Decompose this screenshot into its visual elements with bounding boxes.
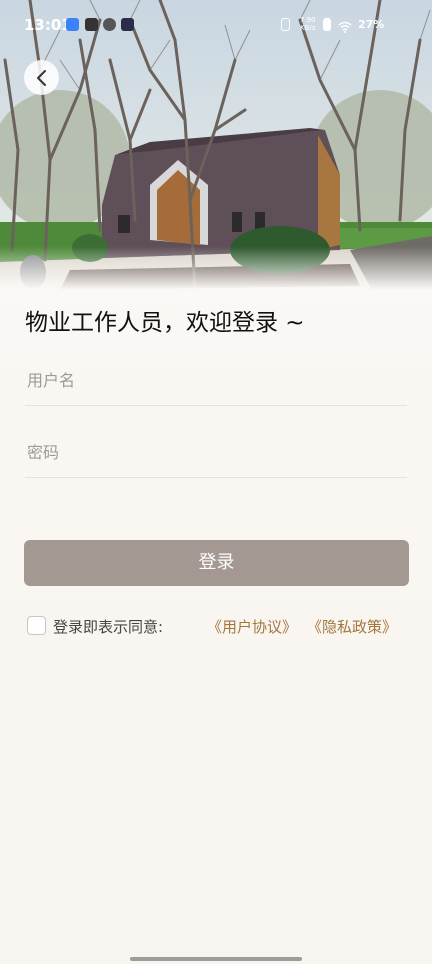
chevron-left-icon bbox=[36, 69, 46, 86]
home-indicator bbox=[130, 957, 302, 961]
agreement-checkbox[interactable] bbox=[27, 616, 46, 635]
login-screen: 13:01 7.90 KB/s 27% 物业工作人员，欢迎登录 ~ 登录 登录 bbox=[0, 0, 432, 964]
username-input[interactable] bbox=[25, 360, 407, 400]
status-time: 13:01 bbox=[24, 16, 72, 34]
battery-level: 27% bbox=[358, 18, 385, 31]
status-bar: 13:01 7.90 KB/s 27% bbox=[0, 0, 432, 50]
password-field-container bbox=[25, 432, 407, 478]
user-agreement-link[interactable]: 《用户协议》 bbox=[207, 616, 297, 637]
notification-app-icon bbox=[66, 18, 79, 31]
back-button[interactable] bbox=[24, 60, 59, 95]
password-input[interactable] bbox=[25, 432, 407, 472]
login-button[interactable]: 登录 bbox=[24, 540, 409, 586]
page-title: 物业工作人员，欢迎登录 ~ bbox=[25, 310, 305, 336]
network-speed-value: 7.90 bbox=[300, 16, 316, 24]
play-icon bbox=[121, 18, 134, 31]
username-field-container bbox=[25, 360, 407, 406]
bluetooth-icon bbox=[323, 18, 331, 31]
network-speed: 7.90 KB/s bbox=[300, 16, 316, 32]
notification-app-icon bbox=[103, 18, 116, 31]
wifi-icon bbox=[338, 18, 352, 33]
agreement-row: 登录即表示同意: 《用户协议》 《隐私政策》 bbox=[27, 615, 417, 637]
mail-icon bbox=[85, 18, 98, 31]
agreement-text: 登录即表示同意: bbox=[53, 618, 164, 636]
network-speed-unit: KB/s bbox=[300, 24, 316, 32]
privacy-policy-link[interactable]: 《隐私政策》 bbox=[307, 616, 397, 637]
vibrate-icon bbox=[281, 18, 290, 31]
